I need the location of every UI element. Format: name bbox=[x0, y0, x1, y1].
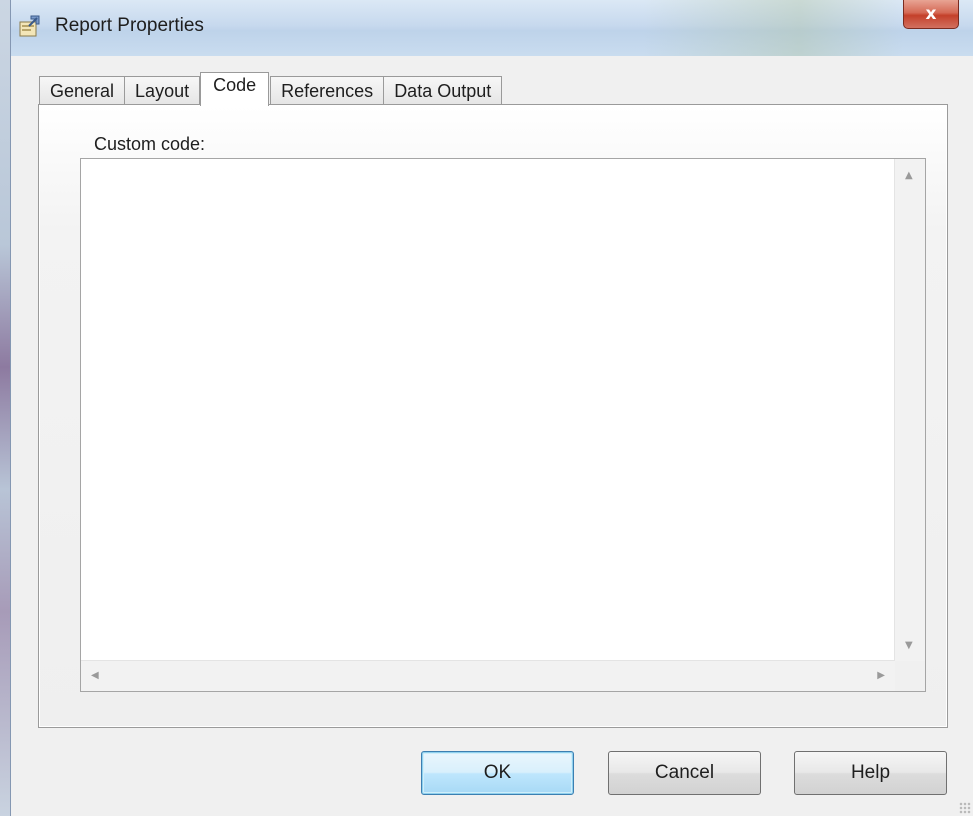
custom-code-content[interactable] bbox=[87, 163, 889, 655]
resize-grip-icon[interactable] bbox=[959, 802, 971, 814]
report-properties-dialog: Report Properties x General Layout Code … bbox=[10, 0, 973, 816]
tab-layout[interactable]: Layout bbox=[124, 76, 201, 106]
report-properties-icon bbox=[17, 14, 43, 40]
vertical-scrollbar[interactable]: ▲ ▼ bbox=[894, 159, 925, 661]
help-button[interactable]: Help bbox=[794, 751, 947, 795]
horizontal-scrollbar[interactable]: ◀ ▶ bbox=[81, 660, 895, 691]
close-icon: x bbox=[925, 4, 937, 24]
scroll-right-icon[interactable]: ▶ bbox=[877, 671, 885, 681]
title-bar[interactable]: Report Properties x bbox=[11, 0, 973, 56]
scroll-up-icon[interactable]: ▲ bbox=[905, 171, 913, 181]
custom-code-textarea[interactable]: ▲ ▼ ◀ ▶ bbox=[80, 158, 926, 692]
scrollbar-corner bbox=[895, 661, 925, 691]
tab-references[interactable]: References bbox=[270, 76, 385, 106]
tab-general[interactable]: General bbox=[39, 76, 126, 106]
ok-button[interactable]: OK bbox=[421, 751, 574, 795]
tab-panel-background: Custom code: ▲ ▼ ◀ ▶ bbox=[40, 106, 946, 726]
tab-panel-code: Custom code: ▲ ▼ ◀ ▶ bbox=[38, 104, 948, 728]
tab-code[interactable]: Code bbox=[200, 72, 270, 106]
tab-strip: General Layout Code References Data Outp… bbox=[39, 72, 503, 106]
window-title: Report Properties bbox=[55, 15, 204, 36]
tab-data-output[interactable]: Data Output bbox=[383, 76, 503, 106]
scroll-left-icon[interactable]: ◀ bbox=[91, 671, 99, 681]
close-button[interactable]: x bbox=[903, 0, 959, 29]
scroll-down-icon[interactable]: ▼ bbox=[905, 641, 913, 651]
cancel-button[interactable]: Cancel bbox=[608, 751, 761, 795]
custom-code-label: Custom code: bbox=[94, 134, 206, 154]
